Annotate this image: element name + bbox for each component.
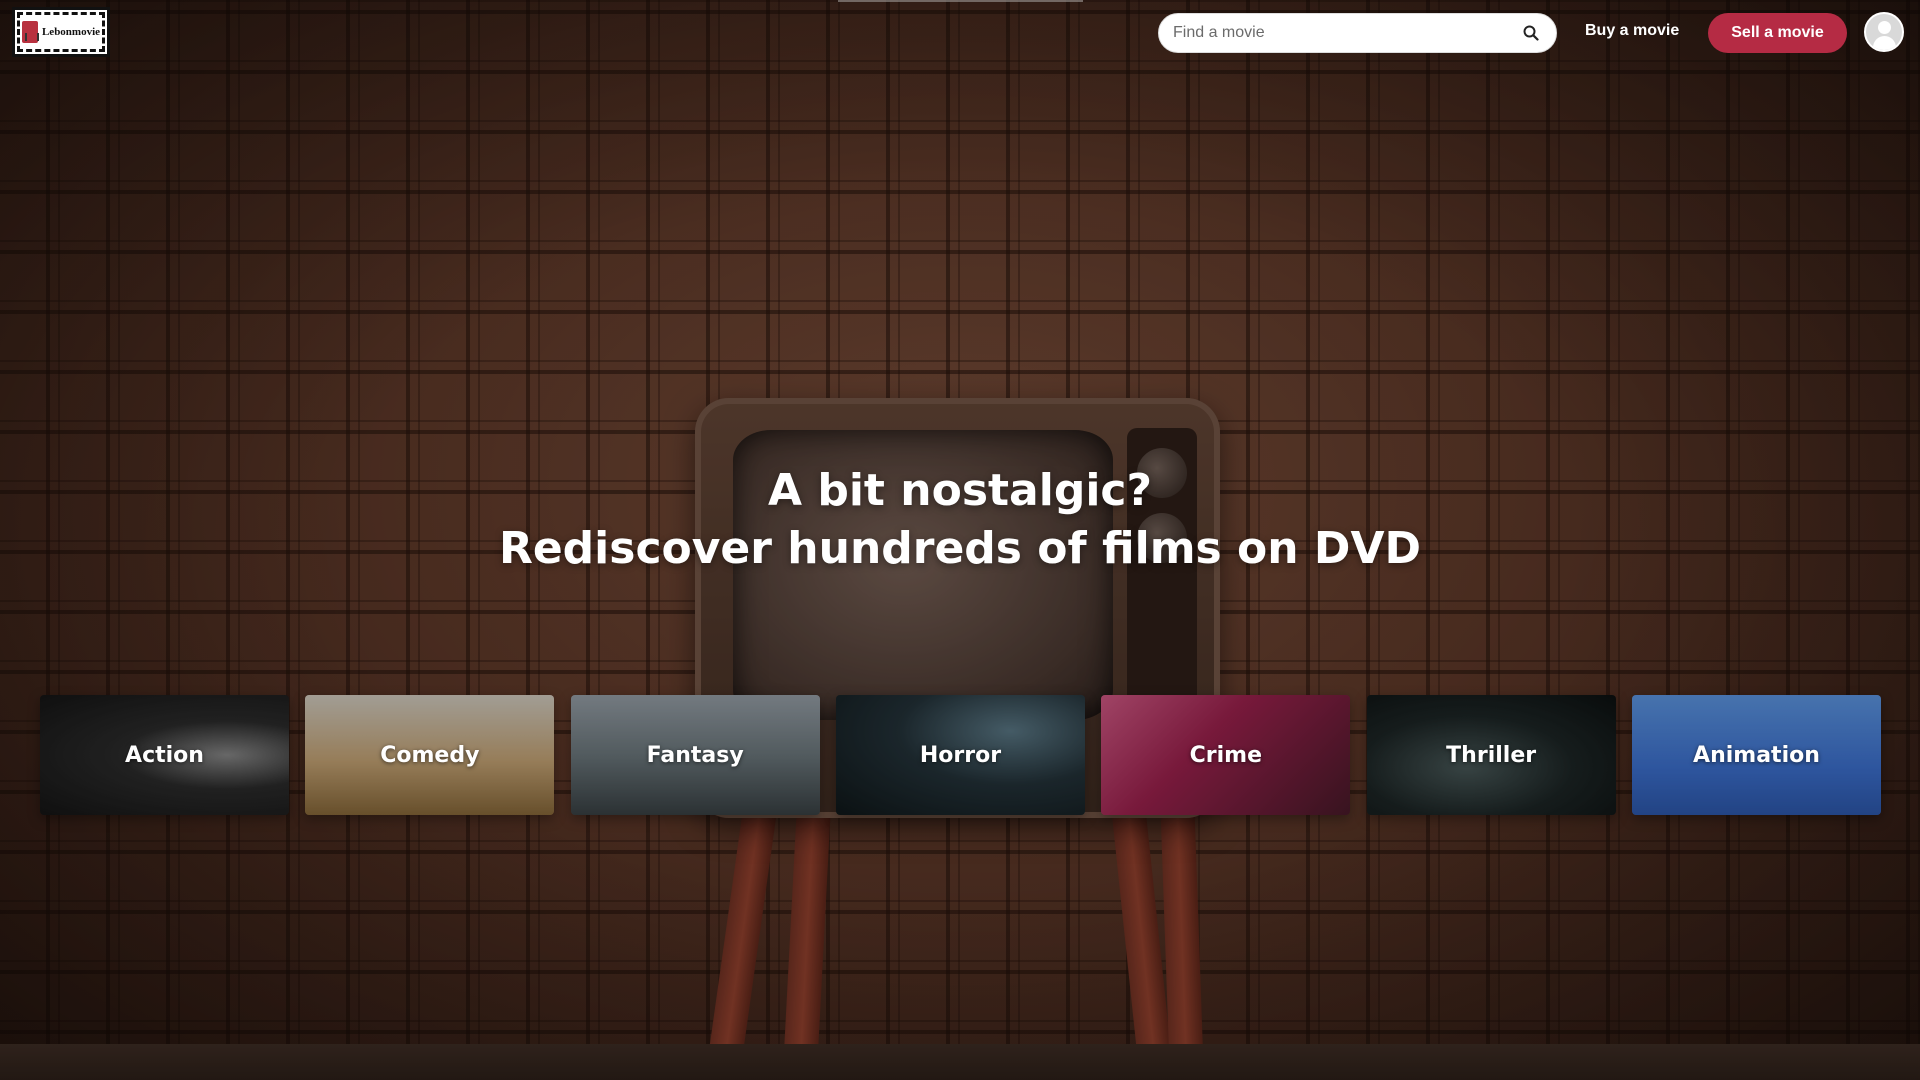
buy-movie-link[interactable]: Buy a movie: [1585, 22, 1679, 40]
genre-tile-action[interactable]: Action: [40, 695, 289, 815]
genre-tile-crime[interactable]: Crime: [1101, 695, 1351, 815]
search-icon[interactable]: [1522, 24, 1540, 42]
site-logo[interactable]: Lebonmovie: [12, 7, 110, 57]
search-input[interactable]: [1173, 24, 1522, 42]
avatar-head: [1878, 21, 1891, 34]
genre-tile-thriller[interactable]: Thriller: [1366, 695, 1616, 815]
genre-tile-fantasy[interactable]: Fantasy: [570, 695, 820, 815]
genre-label: Action: [125, 742, 204, 768]
genre-tile-comedy[interactable]: Comedy: [305, 695, 555, 815]
genre-label: Crime: [1189, 742, 1262, 768]
genre-list: Action Comedy Fantasy Horror Crime Thril…: [40, 695, 1881, 815]
hero-headline: A bit nostalgic? Rediscover hundreds of …: [0, 462, 1920, 578]
director-chair-icon: [21, 21, 39, 43]
genre-tile-horror[interactable]: Horror: [835, 695, 1085, 815]
user-avatar-icon[interactable]: [1864, 12, 1904, 52]
genre-label: Comedy: [380, 742, 480, 768]
genre-label: Fantasy: [646, 742, 744, 768]
genre-label: Horror: [919, 742, 1002, 768]
search-bar: [1158, 13, 1557, 53]
genre-label: Thriller: [1446, 742, 1537, 768]
top-accent-line: [838, 0, 1083, 2]
sell-movie-button[interactable]: Sell a movie: [1708, 13, 1847, 53]
hero-title-line1: A bit nostalgic?: [767, 465, 1153, 516]
genre-label: Animation: [1693, 742, 1820, 768]
hero-title-line2: Rediscover hundreds of films on DVD: [498, 523, 1422, 574]
logo-text: Lebonmovie: [41, 26, 101, 38]
genre-tile-animation[interactable]: Animation: [1631, 695, 1881, 815]
avatar-body: [1873, 36, 1896, 50]
